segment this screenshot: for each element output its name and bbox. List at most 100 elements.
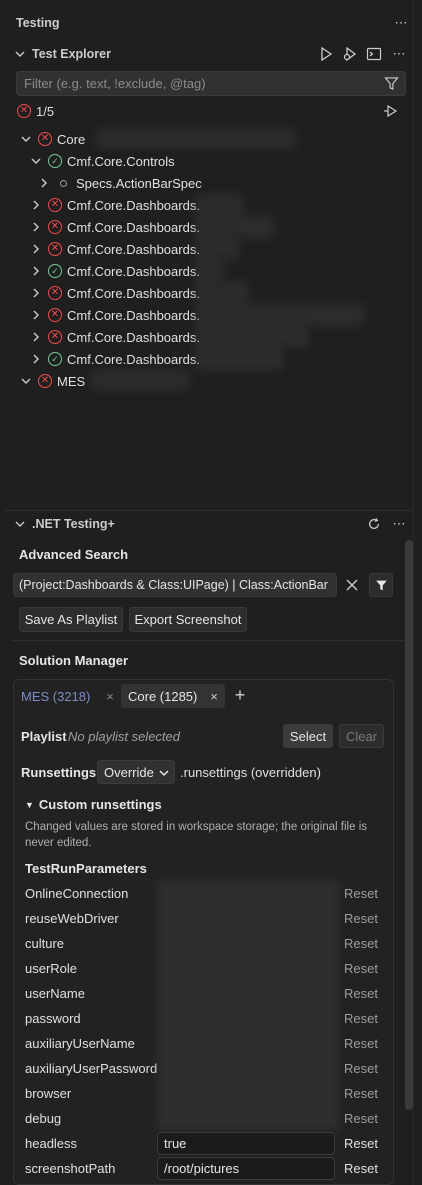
failed-icon: ✕ [48,242,62,256]
clear-search-icon[interactable] [341,574,363,596]
param-reset-button[interactable]: Reset [344,1136,378,1151]
section-divider [4,510,413,511]
tree-item[interactable]: ✕ Cmf.Core.Dashboards. [30,326,200,348]
runsettings-select-value: Override [104,764,154,780]
redacted-region [194,194,244,216]
section-divider [12,640,405,641]
more-actions-icon[interactable]: ⋯ [390,12,412,34]
tree-item-label: Cmf.Core.Dashboards. [67,285,200,301]
not-run-icon [60,179,67,187]
filter-icon[interactable] [380,72,402,94]
param-name: debug [25,1111,62,1126]
dotnet-title: .NET Testing+ [32,517,115,531]
select-playlist-button[interactable]: Select [283,724,333,748]
tree-item-label: Cmf.Core.Dashboards. [67,329,200,345]
param-name: OnlineConnection [25,886,129,901]
close-tab-core-icon[interactable]: × [203,685,225,707]
chevron-right-icon[interactable] [38,177,50,189]
chevron-down-icon [14,518,26,530]
chevron-right-icon[interactable] [30,353,42,365]
tree-item[interactable]: ✕ MES [20,370,85,392]
param-name: reuseWebDriver [25,911,119,926]
close-tab-mes-icon[interactable]: × [99,685,121,707]
solution-manager-title: Solution Manager [19,653,129,668]
custom-runsettings-note: Changed values are stored in workspace s… [25,821,367,849]
playlist-value: No playlist selected [68,729,180,744]
param-reset-button[interactable]: Reset [344,886,378,901]
explorer-title: Test Explorer [32,47,111,61]
debug-tests-icon[interactable] [339,43,361,65]
param-name: userName [25,986,85,1001]
param-reset-button[interactable]: Reset [344,1036,378,1051]
custom-runsettings-toggle[interactable]: ▼ Custom runsettings [25,797,162,812]
filter-icon[interactable] [369,573,393,597]
redacted-region [90,370,190,390]
param-reset-button[interactable]: Reset [344,961,378,976]
passed-icon: ✓ [48,264,62,278]
terminal-icon[interactable] [363,43,385,65]
param-reset-button[interactable]: Reset [344,936,378,951]
chevron-down-icon[interactable] [30,155,42,167]
tree-item[interactable]: ✕ Core [20,128,85,150]
custom-runsettings-title: Custom runsettings [38,797,162,812]
tree-item[interactable]: ✕ Cmf.Core.Dashboards. [30,194,200,216]
tree-item[interactable]: Specs.ActionBarSpec [38,172,202,194]
triangle-down-icon: ▼ [25,799,34,810]
redacted-region [96,128,296,148]
dotnet-header[interactable]: .NET Testing+ [4,513,413,535]
runsettings-select[interactable]: Override [97,760,175,784]
chevron-right-icon[interactable] [30,265,42,277]
tree-item-label: Cmf.Core.Dashboards. [67,351,200,367]
results-summary: ✕ 1/5 [4,100,413,122]
solution-tab-mes[interactable]: MES (3218) [21,685,90,707]
export-screenshot-button[interactable]: Export Screenshot [129,607,247,632]
chevron-right-icon[interactable] [30,309,42,321]
tree-item[interactable]: ✓ Cmf.Core.Dashboards. [30,260,200,282]
param-reset-button[interactable]: Reset [344,911,378,926]
chevron-right-icon[interactable] [30,287,42,299]
param-value-input[interactable]: true [157,1132,335,1155]
scrollbar[interactable] [405,540,413,1110]
filter-input[interactable]: Filter (e.g. text, !exclude, @tag) [16,71,406,96]
chevron-down-icon[interactable] [20,375,32,387]
runsettings-note: .runsettings (overridden) [180,765,321,780]
tree-item-label: Cmf.Core.Dashboards. [67,197,200,213]
tree-item[interactable]: ✕ Cmf.Core.Dashboards. [30,304,200,326]
tree-item-label: Cmf.Core.Dashboards. [67,263,200,279]
chevron-right-icon[interactable] [30,331,42,343]
tree-item[interactable]: ✕ Cmf.Core.Dashboards. [30,238,200,260]
param-value: /root/pictures [164,1161,240,1176]
param-reset-button[interactable]: Reset [344,1061,378,1076]
playlist-label: Playlist [21,729,67,744]
chevron-down-icon[interactable] [20,133,32,145]
chevron-right-icon[interactable] [30,243,42,255]
chevron-right-icon[interactable] [30,199,42,211]
chevron-right-icon[interactable] [30,221,42,233]
tree-item-label: Cmf.Core.Controls [67,153,175,169]
failed-icon: ✕ [48,198,62,212]
redacted-region [194,216,274,238]
tree-item[interactable]: ✓ Cmf.Core.Dashboards. [30,348,200,370]
refresh-icon[interactable] [363,513,385,535]
testing-title: Testing [16,16,60,30]
rerun-failed-icon[interactable] [380,100,402,122]
add-tab-icon[interactable]: + [229,684,251,706]
explorer-more-icon[interactable]: ⋯ [388,43,410,65]
param-reset-button[interactable]: Reset [344,1161,378,1176]
param-reset-button[interactable]: Reset [344,1086,378,1101]
param-value-input[interactable]: /root/pictures [157,1157,335,1180]
tree-item[interactable]: ✕ Cmf.Core.Dashboards. [30,282,200,304]
clear-playlist-button[interactable]: Clear [339,724,384,748]
dotnet-more-icon[interactable]: ⋯ [388,513,410,535]
save-playlist-button[interactable]: Save As Playlist [19,607,123,632]
param-reset-button[interactable]: Reset [344,986,378,1001]
param-reset-button[interactable]: Reset [344,1111,378,1126]
run-tests-icon[interactable] [315,43,337,65]
tree-item[interactable]: ✓ Cmf.Core.Controls [30,150,175,172]
params-title: TestRunParameters [25,861,147,876]
tree-item[interactable]: ✕ Cmf.Core.Dashboards. [30,216,200,238]
failed-icon: ✕ [17,104,31,118]
advanced-search-input[interactable]: (Project:Dashboards & Class:UIPage) | Cl… [13,573,337,597]
chevron-down-icon [14,48,26,60]
param-reset-button[interactable]: Reset [344,1011,378,1026]
